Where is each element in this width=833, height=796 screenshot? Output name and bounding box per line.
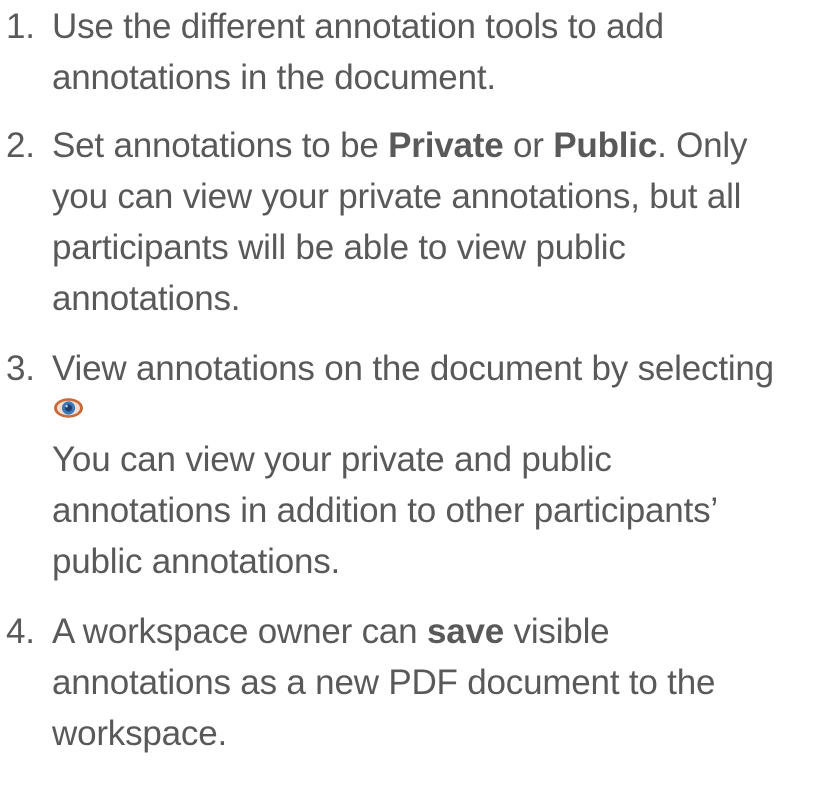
step-number: 4. (6, 612, 35, 651)
step-text-line: View annotations on the document by sele… (52, 349, 774, 388)
step-text-line: Use the different annotation tools to ad… (52, 7, 664, 46)
private-keyword: Private (388, 126, 504, 165)
eye-icon (54, 398, 83, 418)
instruction-list: 1. Use the different annotation tools to… (0, 0, 833, 759)
step-text-line: Set annotations to be Private or Public.… (52, 120, 833, 171)
list-item: 4. A workspace owner can save visible an… (0, 606, 833, 759)
step-text-line: A workspace owner can save visible (52, 606, 833, 657)
step-text-line: workspace. (52, 714, 228, 753)
step-text: or (503, 126, 554, 165)
step-text-line: annotations as a new PDF document to the (52, 663, 716, 702)
step-text-line: public annotations. (52, 542, 341, 581)
step-text-line: you can view your private annotations, b… (52, 177, 742, 216)
step-number: 1. (6, 7, 35, 46)
step-text-line: You can view your private and public (52, 440, 612, 479)
step-number: 2. (6, 126, 35, 165)
list-item: 3. View annotations on the document by s… (0, 343, 833, 587)
step-text-line: annotations. (52, 279, 241, 318)
public-keyword: Public (553, 126, 658, 165)
list-item: 2. Set annotations to be Private or Publ… (0, 120, 833, 324)
step-text-line: annotations in addition to other partici… (52, 491, 718, 530)
step-text: visible (504, 612, 610, 651)
step-text: . Only (657, 126, 748, 165)
save-keyword: save (426, 612, 505, 651)
step-text: Set annotations to be (52, 126, 389, 165)
step-text: A workspace owner can (52, 612, 427, 651)
step-number: 3. (6, 349, 35, 388)
step-text-line: participants will be able to view public (52, 228, 626, 267)
list-item: 1. Use the different annotation tools to… (0, 1, 833, 103)
step-text-line: annotations in the document. (52, 58, 496, 97)
